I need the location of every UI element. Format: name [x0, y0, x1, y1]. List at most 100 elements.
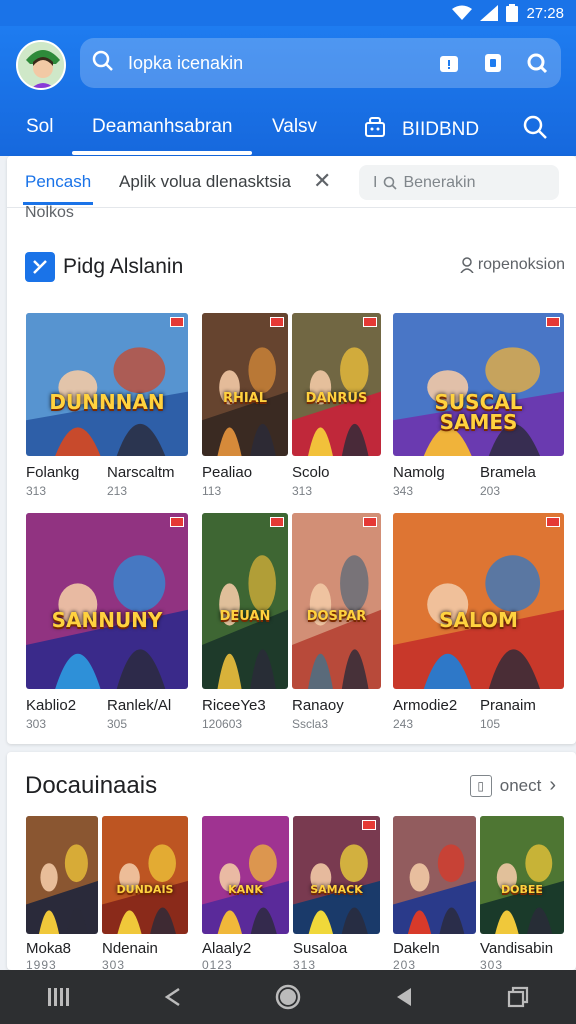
status-bar: 27:28	[0, 0, 576, 26]
game-name: Ndenain	[102, 940, 158, 957]
library-icon[interactable]	[481, 51, 505, 75]
battery-icon	[506, 4, 519, 22]
game-cover-art[interactable]	[26, 816, 98, 934]
game-cover-art[interactable]: SAMACK	[293, 816, 380, 934]
game-cover-title: SUSCAL SAMES	[434, 390, 523, 434]
game-cover-art[interactable]: DUNDAIS	[102, 816, 188, 934]
gift-icon	[364, 116, 386, 144]
game-cover-art[interactable]: DUNNNAN	[26, 313, 188, 456]
game-name[interactable]: RiceeYe3	[202, 697, 266, 714]
game-cover-title: RHIAL	[222, 391, 268, 406]
flag-icon	[546, 517, 560, 527]
game-cover-art[interactable]: SUSCAL SAMES	[393, 313, 564, 456]
section-header: Pidg Alslanin ropenoksion	[25, 250, 565, 284]
filter-tab[interactable]: Aplik volua dlenasktsia	[119, 172, 291, 192]
nav-search-icon[interactable]	[522, 114, 548, 146]
back-arrow-icon[interactable]	[388, 982, 418, 1012]
search-icon: I	[373, 173, 378, 191]
section-action-label: ropenoksion	[477, 256, 565, 273]
system-nav-bar	[0, 970, 576, 1024]
game-name[interactable]: Narscaltm	[107, 464, 175, 481]
game-rating: 313	[26, 484, 47, 498]
search-icon	[384, 176, 398, 190]
game-cover-art[interactable]: SANNUNY	[26, 513, 188, 689]
game-rating: 113	[202, 484, 222, 498]
game-name: Alaaly2	[202, 940, 252, 957]
filter-search-input[interactable]: I Benerakin	[359, 165, 559, 200]
close-icon[interactable]: ✕	[313, 168, 331, 194]
flag-icon	[170, 517, 184, 527]
game-rating: 305	[107, 717, 128, 731]
game-cover-title: SANNUNY	[51, 608, 163, 632]
game-cover-title: DUNNNAN	[49, 390, 165, 414]
section-action-link[interactable]: ropenoksion	[460, 256, 565, 274]
back-icon[interactable]	[158, 982, 188, 1012]
game-name[interactable]: Pranaim	[480, 697, 536, 714]
game-name[interactable]: Namolg	[393, 464, 445, 481]
game-name[interactable]: Pealiao	[202, 464, 252, 481]
search-icon[interactable]	[525, 51, 549, 75]
game-cover-title: SALOM	[439, 608, 518, 632]
game-rating: 105	[480, 717, 501, 731]
game-cover-art[interactable]: RHIAL	[202, 313, 288, 456]
overview-icon[interactable]	[503, 982, 533, 1012]
flag-icon	[270, 517, 284, 527]
game-cover-art[interactable]: DANRUS	[292, 313, 381, 456]
chevron-right-icon: ›	[549, 774, 556, 796]
recent-apps-icon[interactable]	[43, 982, 73, 1012]
filter-row: Pencash Aplik volua dlenasktsia ✕ I Bene…	[7, 156, 576, 208]
second-section-action[interactable]: ▯ onect ›	[469, 774, 556, 797]
game-cover-art[interactable]: DOSPAR	[292, 513, 381, 689]
game-cover-art[interactable]: KANK	[202, 816, 289, 934]
game-name[interactable]: Folankg	[26, 464, 79, 481]
wifi-icon	[452, 5, 473, 21]
game-cover-title: DOSPAR	[306, 609, 367, 624]
game-name[interactable]: Armodie2	[393, 697, 457, 714]
filter-search-placeholder: Benerakin	[403, 173, 476, 191]
second-section-action-label: onect	[499, 775, 542, 795]
avatar[interactable]	[16, 40, 66, 90]
game-name: Dakeln	[393, 940, 440, 957]
tab-biidbnd[interactable]: BIIDBND	[364, 116, 479, 144]
game-cover-title: DANRUS	[305, 391, 368, 406]
search-input[interactable]: Iopka icenakin	[128, 53, 417, 74]
tab-sol[interactable]: Sol	[26, 116, 53, 138]
collection-icon: ▯	[469, 774, 492, 797]
status-time: 27:28	[526, 4, 564, 22]
home-icon[interactable]	[273, 982, 303, 1012]
game-rating: 213	[107, 484, 128, 498]
game-name[interactable]: Scolo	[292, 464, 330, 481]
second-section-title: Docauinaais	[25, 772, 158, 799]
filter-tab-active[interactable]: Pencash	[22, 172, 94, 205]
game-name: Moka8	[26, 940, 72, 957]
flag-icon	[362, 820, 376, 830]
game-cover-title: SAMACK	[310, 883, 363, 896]
game-cover-art[interactable]: DOBEE	[480, 816, 564, 934]
app-header: Iopka icenakin Sol Deamanhsabran Valsv B…	[0, 26, 576, 156]
game-name[interactable]: Kablio2	[26, 697, 76, 714]
game-cover-title: DOBEE	[501, 883, 543, 896]
tab-valsv[interactable]: Valsv	[272, 116, 317, 138]
tab-biidbnd-label: BIIDBND	[402, 119, 480, 140]
game-cover-title: DEUAN	[219, 609, 271, 624]
game-cover-art[interactable]: DEUAN	[202, 513, 288, 689]
search-bar[interactable]: Iopka icenakin	[80, 38, 561, 88]
flag-icon	[363, 317, 377, 327]
section-small-label: Nolkos	[25, 204, 74, 221]
game-cover-art[interactable]	[393, 816, 476, 934]
game-cover-art[interactable]: SALOM	[393, 513, 564, 689]
sword-icon	[25, 252, 55, 282]
game-name: Vandisabin	[480, 940, 554, 957]
game-name[interactable]: Ranaoy	[292, 697, 344, 714]
game-name[interactable]: Bramela	[480, 464, 536, 481]
search-icon	[92, 50, 114, 77]
main-card: Pencash Aplik volua dlenasktsia ✕ I Bene…	[7, 156, 576, 744]
signal-icon	[480, 5, 499, 21]
game-name[interactable]: Ranlek/Al	[107, 697, 171, 714]
notification-icon[interactable]	[437, 51, 461, 75]
game-rating: 243	[393, 717, 414, 731]
game-rating: 313	[292, 484, 313, 498]
section-title: Pidg Alslanin	[63, 255, 184, 278]
tab-deamanhsabran[interactable]: Deamanhsabran	[71, 116, 254, 155]
game-cover-title: KANK	[228, 883, 263, 896]
